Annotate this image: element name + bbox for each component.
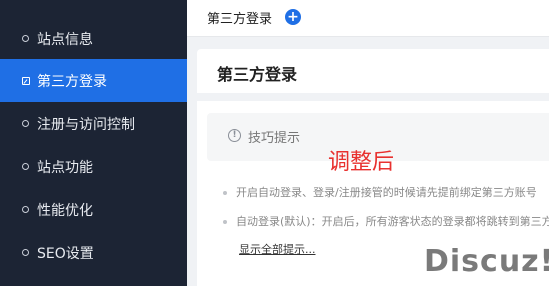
tip-item: 自动登录(默认)：开启后，所有游客状态的登录都将跳转到第三方 xyxy=(236,215,549,228)
circle-icon xyxy=(22,249,29,256)
sidebar: 站点信息 第三方登录 注册与访问控制 站点功能 性能优化 SEO设置 xyxy=(0,0,187,286)
circle-icon xyxy=(22,163,29,170)
sidebar-item-third-party-login[interactable]: 第三方登录 xyxy=(0,59,187,102)
overlay-annotation: 调整后 xyxy=(328,150,395,175)
circle-icon xyxy=(22,206,29,213)
sidebar-item-register-access[interactable]: 注册与访问控制 xyxy=(0,102,187,145)
show-all-tips-link[interactable]: 显示全部提示... xyxy=(239,241,316,257)
card-header: 第三方登录 xyxy=(197,49,549,93)
bullet-icon xyxy=(223,220,227,224)
sidebar-item-seo[interactable]: SEO设置 xyxy=(0,231,187,274)
sidebar-item-site-features[interactable]: 站点功能 xyxy=(0,145,187,188)
sidebar-item-site-info[interactable]: 站点信息 xyxy=(0,17,187,60)
breadcrumb: 第三方登录 xyxy=(207,12,273,27)
info-icon: ! xyxy=(228,129,241,142)
sidebar-item-label: 性能优化 xyxy=(37,202,93,219)
page-title: 第三方登录 xyxy=(217,65,298,84)
discuz-watermark: Discuz! xyxy=(424,244,549,279)
sidebar-item-label: 注册与访问控制 xyxy=(37,116,135,133)
tips-title: 技巧提示 xyxy=(248,131,301,146)
circle-icon xyxy=(22,35,29,42)
tip-item: 开启自动登录、登录/注册接管的时候请先提前绑定第三方账号 xyxy=(236,186,537,199)
sidebar-item-performance[interactable]: 性能优化 xyxy=(0,188,187,231)
circle-icon xyxy=(22,120,29,127)
top-bar: 第三方登录 + xyxy=(187,0,549,37)
edit-icon xyxy=(22,76,30,85)
sidebar-item-label: 第三方登录 xyxy=(37,73,107,90)
sidebar-item-label: SEO设置 xyxy=(37,245,94,262)
sidebar-item-label: 站点信息 xyxy=(37,31,93,48)
plus-circle-icon[interactable]: + xyxy=(285,9,301,25)
bullet-icon xyxy=(223,191,227,195)
sidebar-item-label: 站点功能 xyxy=(37,159,93,176)
